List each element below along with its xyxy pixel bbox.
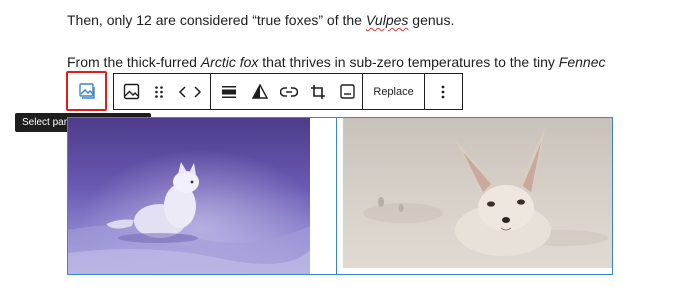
fennec-fox-image[interactable]: [343, 118, 612, 268]
paragraph-2-text-middle: that thrives in sub-zero temperatures to…: [258, 54, 559, 70]
select-parent-block-button[interactable]: [66, 71, 107, 111]
paragraph-2[interactable]: From the thick-furred Arctic fox that th…: [67, 53, 605, 71]
duotone-icon: [252, 83, 269, 99]
paragraph-2-italic-arctic: Arctic fox: [200, 54, 259, 70]
move-arrows-icon: [178, 85, 201, 98]
drag-handle[interactable]: [149, 74, 169, 109]
gallery-icon: [78, 83, 95, 99]
gallery-divider: [336, 118, 337, 274]
align-icon: [221, 85, 236, 98]
crop-button[interactable]: [303, 74, 332, 109]
caption-icon: [340, 84, 355, 99]
caption-button[interactable]: [333, 74, 362, 109]
paragraph-1-text-after: genus.: [408, 12, 455, 28]
paragraph-1-text-before: Then, only 12 are considered “true foxes…: [67, 12, 366, 28]
more-options-button[interactable]: [425, 74, 462, 109]
drag-handle-icon: [155, 85, 163, 98]
paragraph-2-text-before: From the thick-furred: [67, 54, 201, 70]
paragraph-1-italic: Vulpes: [365, 12, 409, 28]
block-type-button[interactable]: [114, 74, 149, 109]
align-button[interactable]: [211, 74, 246, 109]
move-buttons[interactable]: [169, 74, 210, 109]
block-toolbar: Replace: [66, 71, 465, 111]
paragraph-1[interactable]: Then, only 12 are considered “true foxes…: [67, 11, 454, 29]
more-options-icon: [441, 85, 445, 98]
toolbar-group: Replace: [113, 73, 463, 110]
image-icon: [123, 83, 140, 100]
paragraph-2-italic-fennec: Fennec: [558, 54, 606, 70]
duotone-button[interactable]: [247, 74, 274, 109]
crop-icon: [311, 84, 326, 99]
arctic-fox-image[interactable]: [68, 118, 310, 274]
replace-button[interactable]: Replace: [363, 74, 423, 109]
link-icon: [279, 86, 298, 97]
link-button[interactable]: [274, 74, 303, 109]
